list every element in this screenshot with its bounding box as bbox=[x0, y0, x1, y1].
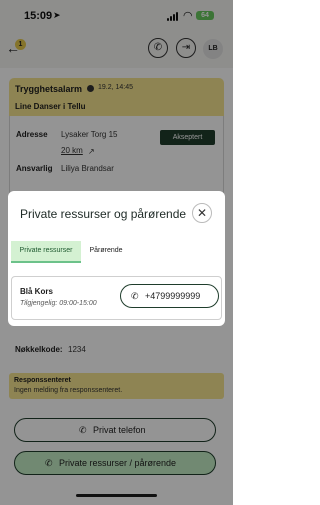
tab-relatives[interactable]: Pårørende bbox=[86, 241, 126, 261]
contact-availability: Tilgjengelig: 09:00-15:00 bbox=[20, 300, 97, 307]
call-contact-button[interactable]: ✆ +4799999999 bbox=[120, 284, 219, 308]
contact-card: Blå Kors Tilgjengelig: 09:00-15:00 ✆ +47… bbox=[11, 276, 222, 320]
phone-icon: ✆ bbox=[131, 291, 139, 301]
home-indicator[interactable] bbox=[76, 494, 157, 497]
close-icon[interactable]: ✕ bbox=[192, 203, 212, 223]
private-resources-modal: Private ressurser og pårørende ✕ Private… bbox=[8, 191, 225, 326]
contact-phone: +4799999999 bbox=[145, 291, 201, 301]
contact-name: Blå Kors bbox=[20, 287, 53, 296]
tab-private-resources[interactable]: Private ressurser bbox=[11, 241, 81, 261]
modal-title: Private ressurser og pårørende bbox=[20, 207, 187, 221]
active-tab-indicator bbox=[11, 261, 81, 263]
